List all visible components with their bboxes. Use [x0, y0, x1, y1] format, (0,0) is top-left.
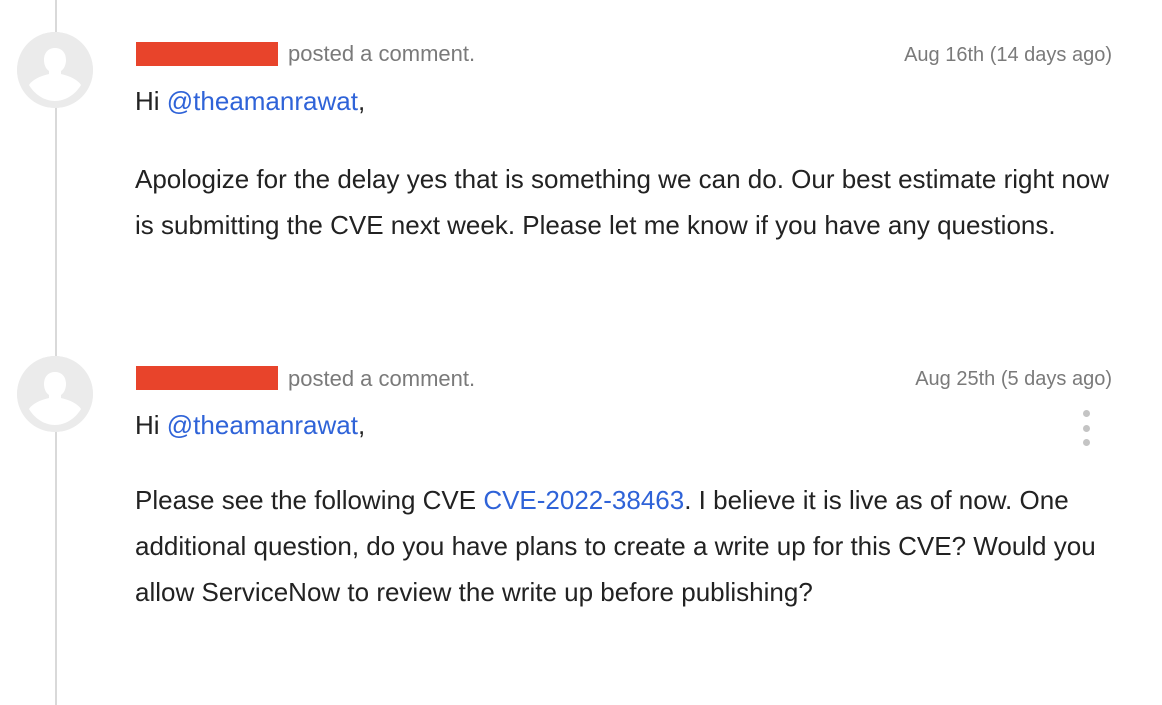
- kebab-dot: [1082, 424, 1090, 432]
- greeting-suffix: ,: [357, 86, 366, 116]
- cve-link[interactable]: CVE-2022-38463: [483, 485, 684, 515]
- comment-body: Apologize for the delay yes that is some…: [135, 164, 1110, 240]
- comment-action: posted a comment.: [288, 366, 476, 391]
- kebab-dot: [1082, 439, 1090, 446]
- avatar[interactable]: [17, 32, 93, 108]
- kebab-menu-icon[interactable]: [1080, 410, 1092, 446]
- greeting-prefix: Hi: [135, 86, 167, 116]
- avatar[interactable]: [17, 356, 93, 432]
- greeting-prefix: Hi: [135, 410, 167, 440]
- comment-greeting: Hi @theamanrawat,: [135, 408, 365, 442]
- comment-timestamp[interactable]: Aug 16th (14 days ago): [904, 41, 1112, 69]
- redacted-username: [136, 42, 278, 66]
- user-silhouette-icon: [17, 32, 93, 108]
- redacted-username: [136, 366, 278, 390]
- body-prefix: Please see the following CVE: [135, 485, 484, 515]
- comment-action: posted a comment.: [288, 41, 476, 66]
- comment-body: Please see the following CVE CVE-2022-38…: [135, 477, 1115, 615]
- kebab-dot: [1082, 410, 1090, 417]
- mention-link[interactable]: @theamanrawat: [167, 410, 358, 440]
- comment-greeting: Hi @theamanrawat,: [135, 84, 365, 118]
- mention-link[interactable]: @theamanrawat: [167, 86, 358, 116]
- comment-timestamp[interactable]: Aug 25th (5 days ago): [915, 365, 1112, 393]
- user-silhouette-icon: [17, 356, 93, 432]
- greeting-suffix: ,: [357, 410, 366, 440]
